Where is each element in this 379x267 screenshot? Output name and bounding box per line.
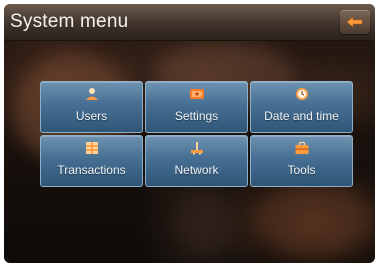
network-icon [190,142,203,155]
clock-icon [295,88,308,100]
menu-item-label: Transactions [57,163,126,177]
page-title: System menu [10,11,129,32]
menu-item-transactions[interactable]: Transactions [40,135,143,187]
menu-grid: Users Settings Date and time Transaction… [40,81,353,187]
menu-item-tools[interactable]: Tools [250,135,353,187]
menu-item-label: Tools [287,163,316,177]
settings-icon [189,89,204,99]
device-screen: System menu Users Settings Date and time… [4,4,375,263]
menu-item-label: Settings [174,109,219,123]
menu-item-label: Network [174,163,219,177]
menu-item-label: Users [75,109,108,123]
background-smoke [174,194,234,254]
menu-item-network[interactable]: Network [145,135,248,187]
background-smoke [254,184,374,254]
back-arrow-icon [346,16,363,28]
menu-item-users[interactable]: Users [40,81,143,133]
menu-item-date-and-time[interactable]: Date and time [250,81,353,133]
menu-item-settings[interactable]: Settings [145,81,248,133]
toolbox-icon [295,141,308,154]
title-bar: System menu [4,4,375,41]
user-icon [85,88,98,100]
back-button[interactable] [340,10,370,34]
transactions-icon [85,142,98,154]
menu-item-label: Date and time [264,109,339,123]
